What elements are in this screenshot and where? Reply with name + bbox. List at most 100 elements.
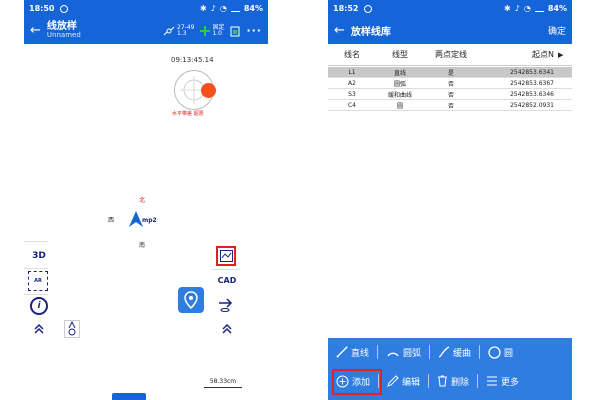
point-tool-button[interactable] (64, 320, 80, 338)
straight-line-icon (336, 346, 348, 358)
wifi-icon: ◔ (523, 4, 531, 13)
start-n-cell: 2542853.6346 (510, 90, 554, 98)
battery-level: 84% (243, 4, 263, 13)
straight-line-label: 直线 (351, 348, 370, 359)
project-name: Unnamed (46, 31, 81, 40)
header-start-n[interactable]: 起点N (478, 49, 558, 60)
add-straight-line-button[interactable]: 直线 (328, 346, 377, 359)
add-button-highlight (332, 369, 382, 395)
info-button[interactable]: i (30, 297, 48, 315)
info-icon: i (37, 301, 41, 311)
cad-button[interactable]: CAD (214, 273, 240, 287)
table-row[interactable]: L1 直线 是 2542853.6341 (328, 67, 572, 78)
add-arc-button[interactable]: 圆弧 (378, 346, 429, 359)
3d-view-button[interactable]: 3D (28, 246, 50, 266)
divider (212, 269, 240, 270)
status-time: 18:52 (333, 4, 359, 13)
divider (24, 294, 48, 295)
fix-status[interactable]: 固定 1.0 (199, 24, 224, 37)
trash-icon (438, 375, 448, 387)
more-label: 更多 (501, 377, 520, 388)
confirm-button[interactable]: 确定 (548, 24, 566, 37)
line-type-cell: 圆 (396, 102, 403, 110)
compass: 北 西 南 mp2 (108, 195, 178, 253)
line-table-body: L1 直线是 2542853.6341 A2 圆弧否 2542853.6367 S3 缓和曲线… (328, 67, 572, 111)
bottom-toolbar: 直线 圆弧 缓曲 圆 添加 编辑 删除 更多 (328, 338, 572, 400)
back-arrow-icon[interactable]: ← (334, 23, 345, 38)
mute-icon: ♪ (210, 4, 216, 13)
clock-time: 09:13:45.14 (171, 56, 214, 64)
mute-icon: ♪ (514, 4, 520, 13)
more-button[interactable]: 更多 (478, 375, 527, 388)
target-point-icon (68, 321, 76, 336)
line-name-cell: L1 (348, 68, 356, 76)
double-chevron-up-icon (222, 323, 232, 334)
stakeout-direction-button[interactable] (216, 294, 236, 314)
status-bar: 18:50 ✱ ♪ ◔ 84% (24, 0, 268, 17)
level-bubble (201, 83, 216, 98)
collapse-right-button[interactable] (218, 322, 236, 336)
edit-button[interactable]: 编辑 (379, 375, 428, 388)
scale-bar: 58.33cm (204, 378, 242, 388)
bottom-drawer-handle[interactable] (112, 393, 146, 400)
arrow-right-icon (219, 298, 233, 312)
line-type-row: 直线 圆弧 缓曲 圆 (328, 340, 572, 364)
table-row[interactable]: C4 圆 否 2542852.0931 (328, 100, 572, 111)
edit-label: 编辑 (402, 377, 421, 388)
transition-curve-label: 缓曲 (453, 348, 472, 359)
circle-label: 圆 (504, 348, 514, 359)
line-type-cell: 圆弧 (393, 80, 406, 88)
ar-label: AR (34, 278, 42, 284)
transition-curve-icon (438, 346, 450, 358)
title-bar: ← 放样线库 确定 (328, 17, 572, 44)
notification-icon (60, 4, 69, 13)
ar-button[interactable]: AR (28, 271, 48, 291)
title-bar: ← 线放样 Unnamed 27-49 1.3 固定 1.0 ··· (24, 17, 268, 44)
page-title: 放样线库 (350, 27, 391, 38)
compass-west: 西 (108, 217, 115, 224)
brand-logo: mp2 (142, 217, 157, 224)
double-chevron-up-icon (34, 323, 44, 334)
start-n-cell: 2542853.6367 (510, 79, 554, 87)
line-stakeout-screen: 18:50 ✱ ♪ ◔ 84% ← 线放样 Unnamed 27-49 1.3 (24, 0, 268, 400)
start-n-cell: 2542853.6341 (510, 68, 554, 76)
delete-button[interactable]: 删除 (429, 375, 477, 388)
signal-icon (230, 5, 240, 12)
header-line-name[interactable]: 线名 (328, 49, 376, 60)
satellite-icon (163, 26, 175, 35)
table-row[interactable]: A2 圆弧 否 2542853.6367 (328, 78, 572, 89)
two-point-cell: 否 (447, 91, 454, 99)
scroll-right-icon[interactable]: ▶ (558, 51, 563, 59)
arc-icon (387, 352, 399, 357)
signal-icon (534, 5, 544, 12)
line-name-cell: S3 (348, 90, 356, 98)
wifi-icon: ◔ (219, 4, 227, 13)
status-bar: 18:52 ✱ ♪ ◔ 84% (328, 0, 572, 17)
divider (24, 268, 48, 269)
chart-view-button[interactable] (216, 246, 236, 266)
level-gauge (174, 70, 216, 110)
header-line-type[interactable]: 线型 (376, 49, 424, 60)
table-header: 线名 线型 两点定线 起点N ▶ (328, 44, 572, 66)
chart-icon (219, 250, 233, 262)
divider (24, 241, 48, 242)
satellite-status[interactable]: 27-49 1.3 (162, 24, 194, 37)
table-row[interactable]: S3 缓和曲线 否 2542853.6346 (328, 89, 572, 100)
3d-label: 3D (32, 251, 46, 261)
bluetooth-icon: ✱ (200, 4, 207, 13)
device-icon[interactable] (229, 25, 241, 37)
add-circle-button[interactable]: 圆 (480, 345, 521, 359)
status-time: 18:50 (29, 4, 55, 13)
more-menu-button[interactable]: ··· (246, 24, 262, 37)
cad-label: CAD (217, 275, 237, 285)
line-type-cell: 缓和曲线 (387, 91, 412, 99)
fix-value: 1.0 (212, 29, 222, 37)
add-transition-curve-button[interactable]: 缓曲 (430, 346, 479, 359)
locate-button[interactable] (178, 287, 204, 313)
header-two-point[interactable]: 两点定线 (424, 49, 478, 60)
back-arrow-icon[interactable]: ← (30, 23, 41, 38)
collapse-left-button[interactable] (30, 322, 48, 336)
pencil-icon (387, 375, 399, 387)
delete-label: 删除 (451, 377, 470, 388)
circle-icon (488, 345, 501, 359)
